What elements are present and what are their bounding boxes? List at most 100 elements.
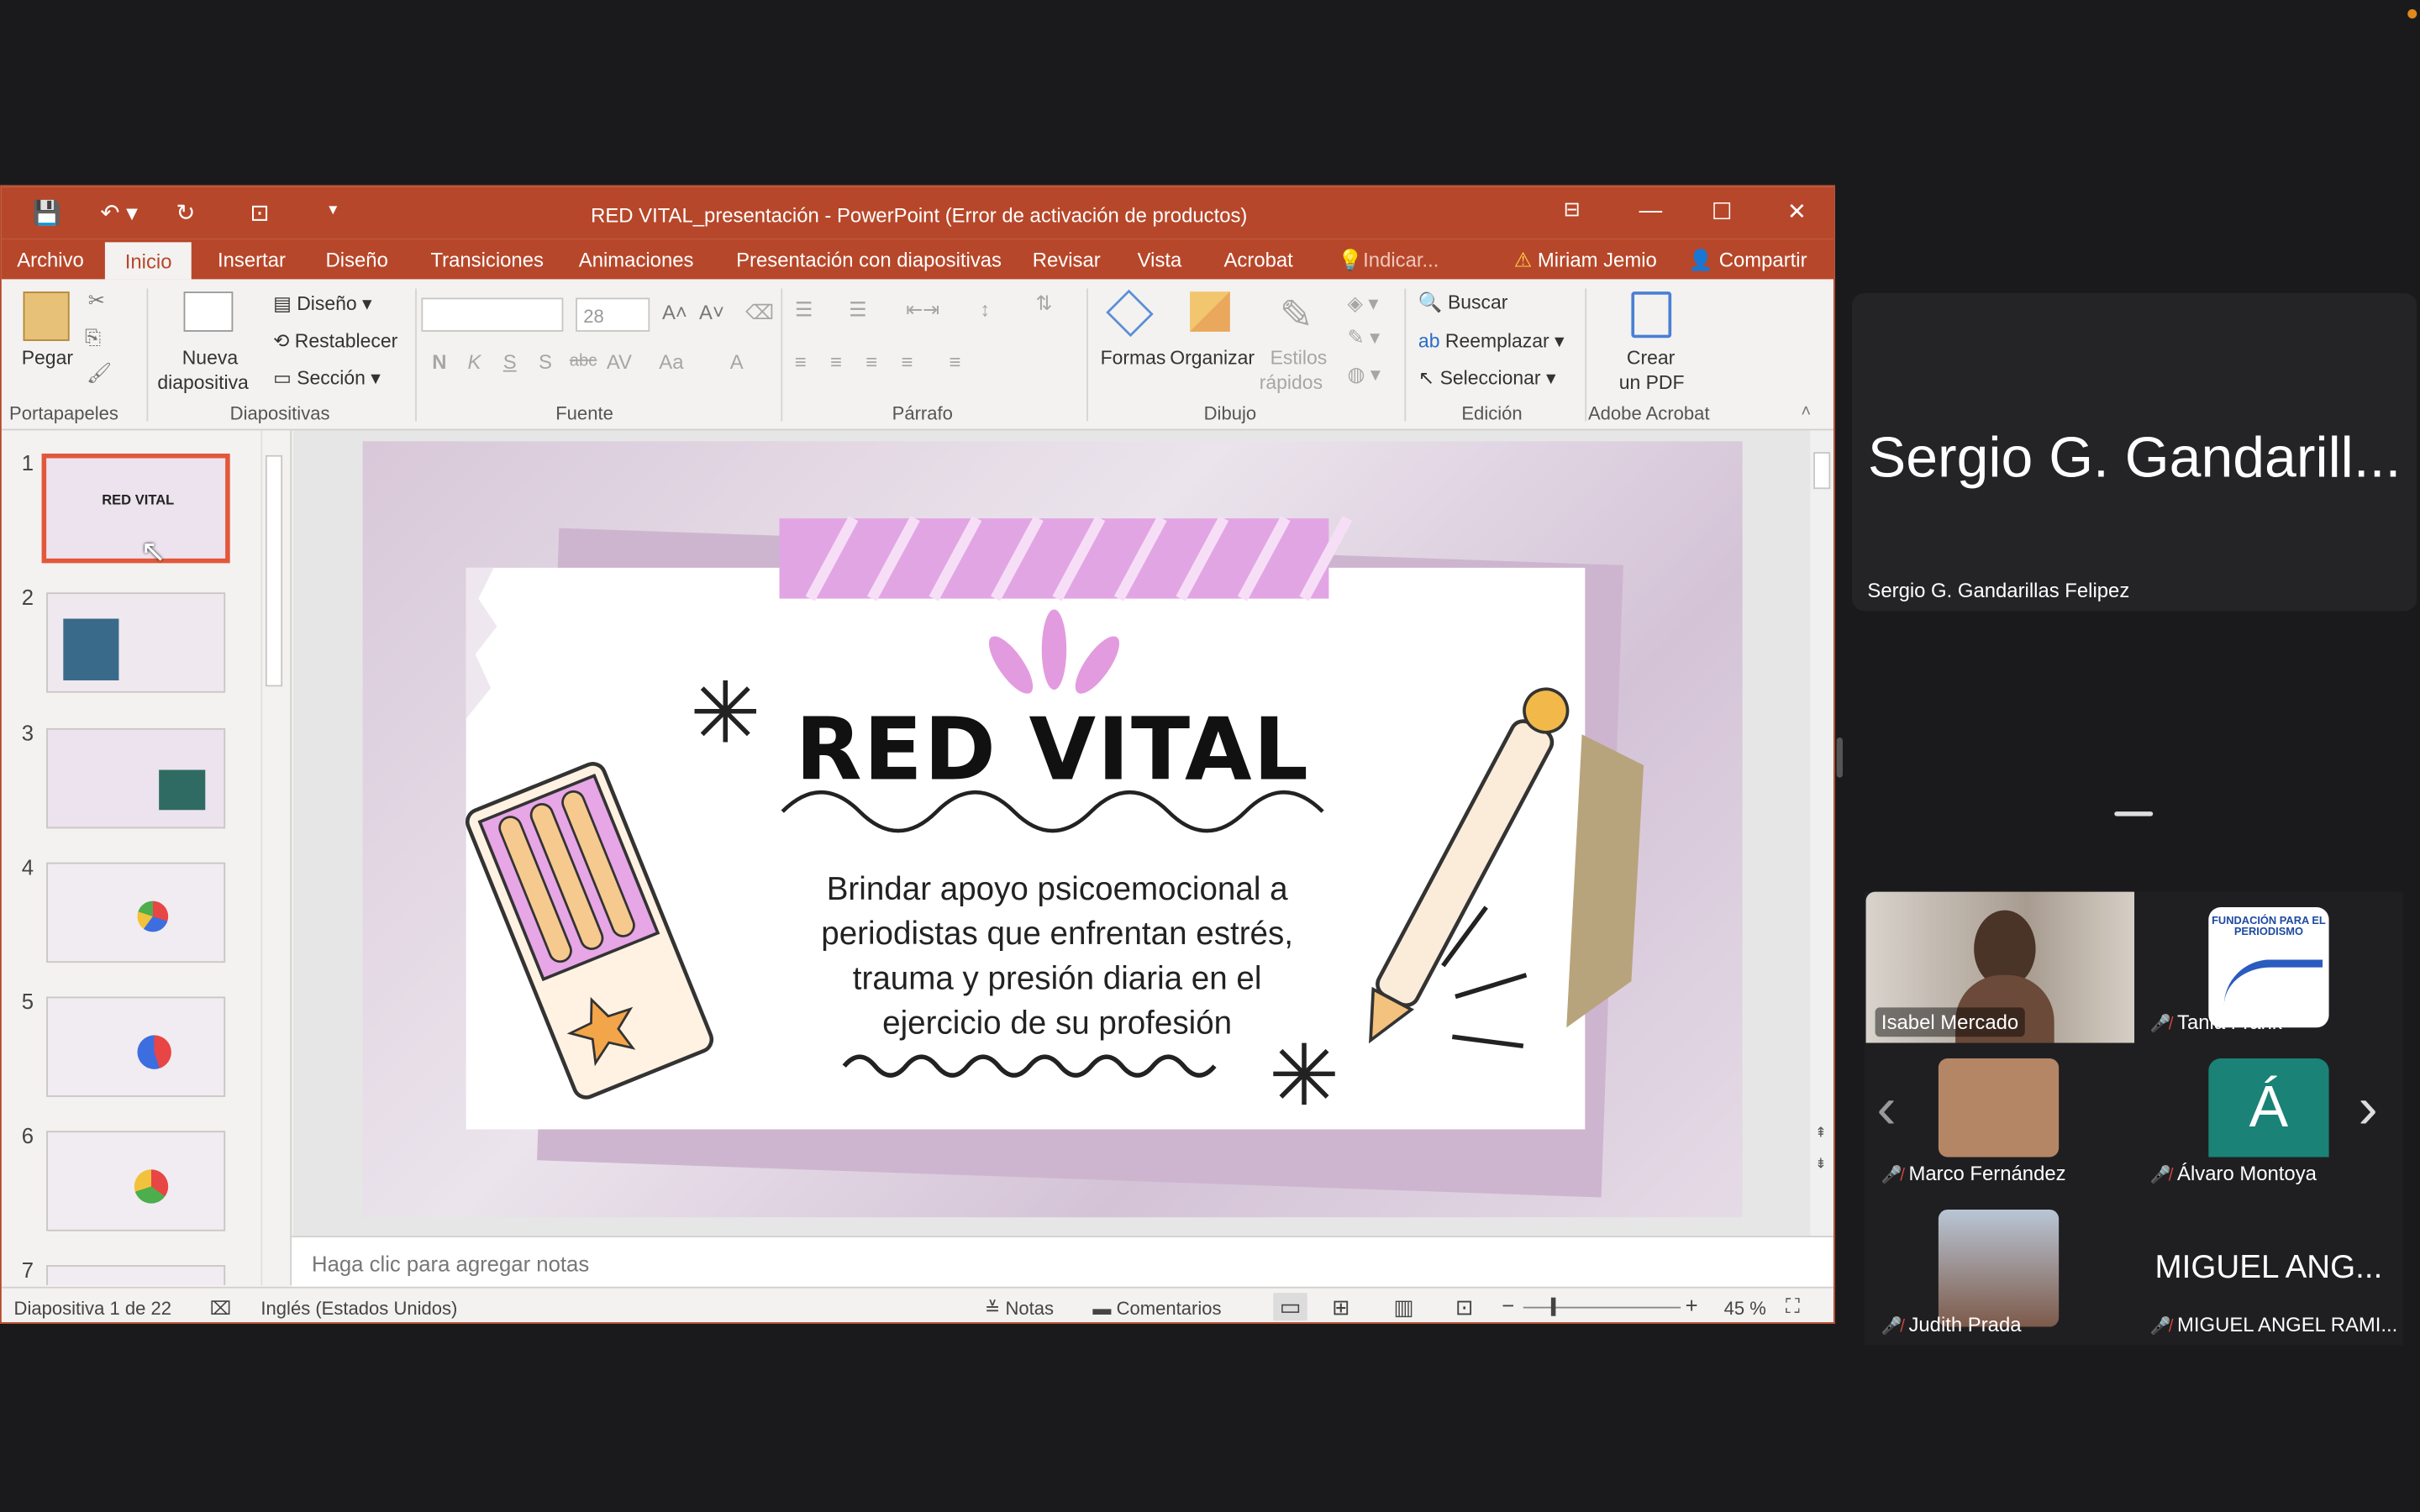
find-button[interactable]: 🔍 Buscar <box>1418 291 1507 315</box>
align-center-icon[interactable]: ≡ <box>830 350 842 374</box>
new-slide-label-1[interactable]: Nueva <box>182 347 238 369</box>
tab-presentacion[interactable]: Presentación con diapositivas <box>736 249 1002 272</box>
create-pdf-label-2[interactable]: un PDF <box>1619 372 1685 394</box>
gallery-next-icon[interactable]: › <box>2358 1077 2377 1143</box>
shapes-button[interactable]: Formas <box>1101 347 1166 369</box>
tab-vista[interactable]: Vista <box>1138 249 1182 272</box>
case-icon[interactable]: Aa <box>659 350 683 374</box>
ribbon-display-icon[interactable]: ⊟ <box>1564 197 1581 222</box>
layout-button[interactable]: ▤ Diseño ▾ <box>273 291 371 315</box>
tell-me-box[interactable]: 💡Indicar... <box>1338 249 1439 273</box>
notes-pane[interactable]: Haga clic para agregar notas <box>292 1236 1833 1287</box>
spellcheck-icon[interactable]: ⌧ <box>210 1298 231 1320</box>
tab-acrobat[interactable]: Acrobat <box>1224 249 1293 272</box>
arrange-icon[interactable] <box>1190 291 1230 332</box>
thumb-scrollbar[interactable] <box>260 430 284 1285</box>
fit-slide-icon[interactable]: ⛶ <box>1786 1294 1800 1319</box>
arrange-button[interactable]: Organizar <box>1170 347 1255 369</box>
gallery-prev-icon[interactable]: ‹ <box>1876 1077 1896 1143</box>
replace-button[interactable]: ab Reemplazar ▾ <box>1418 328 1565 352</box>
columns-icon[interactable]: ≡ <box>950 350 961 374</box>
tab-diseno[interactable]: Diseño <box>326 249 388 272</box>
slide-1[interactable]: RED VITAL Brindar apoyo psicoemocional a… <box>362 441 1743 1218</box>
tab-revisar[interactable]: Revisar <box>1033 249 1101 272</box>
select-button[interactable]: ↖ Seleccionar ▾ <box>1418 365 1556 389</box>
sorter-view-icon[interactable]: ⊞ <box>1332 1294 1350 1320</box>
align-left-icon[interactable]: ≡ <box>795 350 807 374</box>
bullets-icon[interactable]: ☰ <box>795 297 813 322</box>
underline-icon[interactable]: S <box>503 350 517 374</box>
cut-icon[interactable]: ✂ <box>88 288 105 312</box>
zoom-level[interactable]: 45 % <box>1724 1298 1766 1320</box>
line-spacing-icon[interactable]: ↕ <box>980 297 990 321</box>
zoom-in-icon[interactable]: + <box>1686 1293 1698 1317</box>
slide-thumbnail-4[interactable] <box>46 862 226 963</box>
participant-tile[interactable]: Isabel Mercado <box>1865 891 2135 1043</box>
bold-icon[interactable]: N <box>432 350 446 374</box>
shadow-icon[interactable]: S <box>539 350 552 374</box>
reading-view-icon[interactable]: ▥ <box>1394 1294 1414 1320</box>
outline-icon[interactable]: ✎ ▾ <box>1347 326 1380 350</box>
grow-font-icon[interactable]: A˄ <box>662 301 687 324</box>
copy-icon[interactable]: ⎘ <box>85 326 101 350</box>
align-right-icon[interactable]: ≡ <box>865 350 877 374</box>
active-speaker-tile[interactable]: Sergio G. Gandarill... Sergio G. Gandari… <box>1852 292 2417 612</box>
reset-button[interactable]: ⟲ Restablecer <box>273 328 397 352</box>
participant-tile[interactable]: 🎤̸ Judith Prada <box>1865 1194 2135 1346</box>
zoom-slider[interactable] <box>1523 1297 1681 1316</box>
italic-icon[interactable]: K <box>468 350 481 374</box>
participant-tile[interactable]: FUNDACIÓN PARA EL PERIODISMO 🎤̸ Tania Fra… <box>2134 891 2403 1043</box>
canvas-scrollbar[interactable]: ⇞ ⇟ <box>1810 430 1833 1236</box>
slideshow-view-icon[interactable]: ⊡ <box>1455 1294 1474 1320</box>
justify-icon[interactable]: ≡ <box>902 350 913 374</box>
spacing-icon[interactable]: AV <box>607 350 632 374</box>
new-slide-icon[interactable] <box>183 291 234 332</box>
notes-toggle[interactable]: ≚ Notas <box>985 1298 1054 1320</box>
quick-styles-icon[interactable]: ✎ <box>1280 291 1313 339</box>
new-slide-label-2[interactable]: diapositiva <box>157 372 249 394</box>
comments-toggle[interactable]: ▬ Comentarios <box>1092 1298 1221 1320</box>
maximize-icon[interactable]: ☐ <box>1712 197 1733 225</box>
fill-icon[interactable]: ◈ ▾ <box>1347 291 1378 316</box>
share-button[interactable]: 👤 Compartir <box>1688 249 1807 273</box>
tab-insertar[interactable]: Insertar <box>218 249 286 272</box>
slide-thumbnail-7[interactable] <box>46 1265 226 1285</box>
paste-button[interactable]: Pegar <box>22 347 73 369</box>
prev-slide-icon[interactable]: ⇞ <box>1815 1125 1827 1142</box>
font-size-input[interactable]: 28 <box>576 297 650 332</box>
language-indicator[interactable]: Inglés (Estados Unidos) <box>260 1298 457 1320</box>
panel-collapse-handle[interactable] <box>2114 811 2154 816</box>
section-button[interactable]: ▭ Sección ▾ <box>273 365 381 389</box>
indent-icon[interactable]: ⇤⇥ <box>906 297 939 322</box>
tab-archivo[interactable]: Archivo <box>17 249 84 272</box>
minimize-icon[interactable]: — <box>1639 197 1663 223</box>
tab-inicio[interactable]: Inicio <box>104 242 192 280</box>
strike-icon[interactable]: abc <box>570 352 597 370</box>
tab-transiciones[interactable]: Transiciones <box>430 249 543 272</box>
paste-icon[interactable] <box>23 291 70 341</box>
slide-thumbnail-5[interactable] <box>46 996 226 1097</box>
shapes-icon[interactable] <box>1106 289 1154 338</box>
next-slide-icon[interactable]: ⇟ <box>1815 1156 1827 1173</box>
slide-thumbnail-3[interactable] <box>46 727 226 829</box>
numbering-icon[interactable]: ☰ <box>849 297 866 322</box>
slide-thumbnail-1[interactable]: RED VITAL <box>41 453 230 564</box>
collapse-ribbon-icon[interactable]: ˄ <box>1801 402 1811 421</box>
participant-tile[interactable]: 🎤̸ Marco Fernández <box>1865 1042 2135 1194</box>
shrink-font-icon[interactable]: A˅ <box>699 301 724 324</box>
font-color-icon[interactable]: A <box>730 350 744 374</box>
quick-styles-label-1[interactable]: Estilos <box>1270 347 1328 369</box>
close-icon[interactable]: ✕ <box>1787 197 1807 225</box>
slide-thumbnail-6[interactable] <box>46 1131 226 1231</box>
clear-format-icon[interactable]: ⌫ <box>745 301 774 325</box>
tab-animaciones[interactable]: Animaciones <box>579 249 694 272</box>
font-name-input[interactable] <box>421 297 564 332</box>
create-pdf-label-1[interactable]: Crear <box>1627 347 1675 369</box>
effects-icon[interactable]: ◍ ▾ <box>1347 363 1380 387</box>
normal-view-icon[interactable]: ▭ <box>1273 1293 1308 1321</box>
splitter-handle[interactable] <box>1836 737 1844 778</box>
user-account[interactable]: ⚠ Miriam Jemio <box>1514 249 1657 273</box>
format-painter-icon[interactable]: 🖌 <box>87 361 112 386</box>
slide-thumbnail-2[interactable] <box>46 592 226 693</box>
quick-styles-label-2[interactable]: rápidos <box>1260 372 1323 394</box>
